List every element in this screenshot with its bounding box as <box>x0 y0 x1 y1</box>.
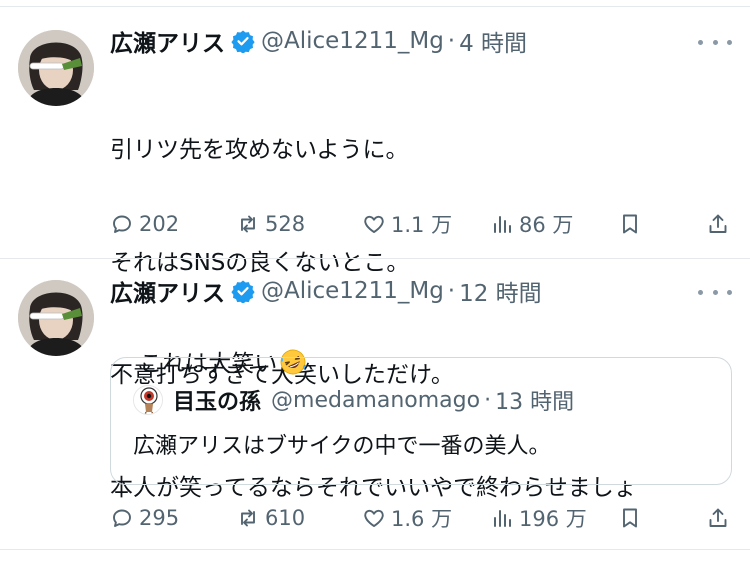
action-bar: 202 528 1.1 万 86 万 <box>110 206 740 242</box>
heart-icon <box>362 506 391 530</box>
handle[interactable]: @Alice1211_Mg <box>261 28 444 54</box>
verified-badge-icon <box>231 279 255 304</box>
views-button[interactable]: 86 万 <box>490 206 573 242</box>
avatar[interactable] <box>18 280 94 356</box>
bookmark-button[interactable] <box>618 206 647 242</box>
repost-count: 610 <box>265 506 306 530</box>
repost-icon <box>236 506 265 530</box>
views-bar-chart-icon <box>490 506 519 530</box>
repost-button[interactable]: 528 <box>236 206 305 242</box>
reply-count: 202 <box>139 212 180 236</box>
tweet-text-line: 引リツ先を攻めないように。 <box>110 137 409 163</box>
views-button[interactable]: 196 万 <box>490 500 587 536</box>
quoted-tweet-text: 広瀬アリスはブサイクの中で一番の美人。 <box>133 434 551 459</box>
more-options-icon[interactable] <box>698 280 732 304</box>
avatar-photo <box>18 280 94 356</box>
verified-badge-icon <box>231 29 255 54</box>
display-name[interactable]: 広瀬アリス <box>110 24 225 58</box>
quoted-timestamp: 13 時間 <box>495 390 575 415</box>
separator-dot: · <box>447 28 456 54</box>
display-name[interactable]: 広瀬アリス <box>110 274 225 308</box>
reply-icon <box>110 506 139 530</box>
views-bar-chart-icon <box>490 212 519 236</box>
share-button[interactable] <box>706 500 735 536</box>
bookmark-icon <box>618 212 647 236</box>
timestamp[interactable]: 4 時間 <box>459 24 527 58</box>
bottom-divider <box>0 549 750 550</box>
timestamp[interactable]: 12 時間 <box>459 274 542 308</box>
quoted-tweet-header: 目玉の孫 @medamanomago · 13 時間 <box>133 384 574 416</box>
separator-dot: · <box>447 278 456 304</box>
reply-button[interactable]: 295 <box>110 500 179 536</box>
tweet[interactable]: 広瀬アリス @Alice1211_Mg · 12 時間 これは大笑い 目玉の孫 … <box>0 259 750 549</box>
repost-icon <box>236 212 265 236</box>
heart-icon <box>362 212 391 236</box>
share-upload-icon <box>706 212 735 236</box>
tweet[interactable]: 広瀬アリス @Alice1211_Mg · 4 時間 引リツ先を攻めないように。… <box>0 0 750 501</box>
avatar-photo <box>18 30 94 106</box>
views-count: 196 万 <box>519 507 587 531</box>
quoted-tweet-card[interactable]: 目玉の孫 @medamanomago · 13 時間 広瀬アリスはブサイクの中で… <box>110 357 732 485</box>
share-upload-icon <box>706 506 735 530</box>
reply-count: 295 <box>139 506 180 530</box>
reply-icon <box>110 212 139 236</box>
bookmark-button[interactable] <box>618 500 647 536</box>
tweet-header: 広瀬アリス @Alice1211_Mg · 12 時間 <box>110 274 542 308</box>
quoted-separator-dot: · <box>484 387 492 413</box>
like-button[interactable]: 1.1 万 <box>362 206 452 242</box>
reply-button[interactable]: 202 <box>110 206 179 242</box>
bookmark-icon <box>618 506 647 530</box>
repost-count: 528 <box>265 212 306 236</box>
handle[interactable]: @Alice1211_Mg <box>261 278 444 304</box>
tweet-header: 広瀬アリス @Alice1211_Mg · 4 時間 <box>110 24 527 58</box>
like-count: 1.1 万 <box>391 213 453 237</box>
views-count: 86 万 <box>519 213 574 237</box>
share-button[interactable] <box>706 206 735 242</box>
action-bar: 295 610 1.6 万 196 万 <box>110 500 740 536</box>
like-count: 1.6 万 <box>391 507 453 531</box>
quoted-handle: @medamanomago <box>271 387 481 413</box>
repost-button[interactable]: 610 <box>236 500 305 536</box>
quoted-avatar <box>133 385 163 415</box>
quoted-display-name: 目玉の孫 <box>173 390 262 415</box>
like-button[interactable]: 1.6 万 <box>362 500 452 536</box>
avatar[interactable] <box>18 30 94 106</box>
more-options-icon[interactable] <box>698 30 732 54</box>
